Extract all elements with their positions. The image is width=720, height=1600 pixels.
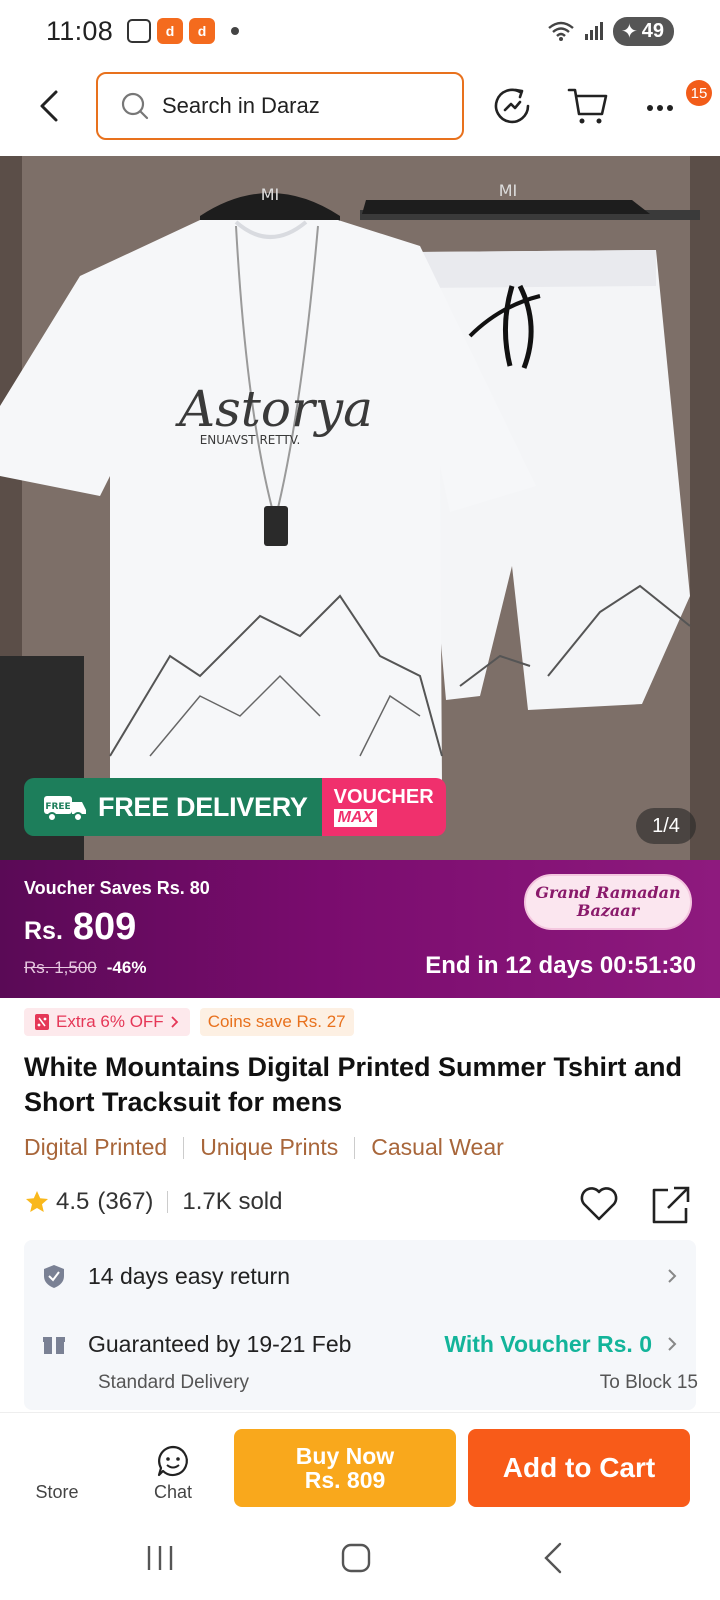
product-tags: Digital Printed Unique Prints Casual Wea… bbox=[24, 1134, 504, 1161]
search-placeholder: Search in Daraz bbox=[162, 93, 320, 118]
delivery-type: Standard Delivery bbox=[98, 1372, 250, 1393]
price-tracker-icon[interactable] bbox=[490, 84, 534, 128]
voucher-max-badge: VOUCHER MAX bbox=[321, 778, 446, 836]
buy-now-button[interactable]: Buy Now Rs. 809 bbox=[234, 1429, 456, 1507]
more-notifications-dot bbox=[231, 27, 240, 35]
shirt-print-subtitle: ENUAVST RETTV. bbox=[200, 433, 301, 447]
delivery-truck-icon: FREE bbox=[44, 796, 86, 822]
buy-now-price: Rs. 809 bbox=[304, 1467, 386, 1493]
back-icon[interactable] bbox=[32, 88, 68, 124]
chevron-right-icon bbox=[668, 1269, 677, 1283]
sold-count: 1.7K sold bbox=[182, 1188, 283, 1215]
delivery-details-row: Standard Delivery To Block 15 bbox=[98, 1372, 698, 1394]
signal-icon bbox=[584, 22, 603, 40]
service-info-card: 14 days easy return Guaranteed by 19-21 … bbox=[24, 1240, 698, 1410]
hanger-brand-text-2: MI bbox=[499, 181, 518, 200]
extra-off-label: Extra 6% OFF bbox=[56, 1012, 164, 1031]
rating-value: 4.5 bbox=[56, 1188, 90, 1215]
battery-level: 49 bbox=[641, 19, 664, 42]
back-nav-icon[interactable] bbox=[534, 1538, 574, 1578]
product-title: White Mountains Digital Printed Summer T… bbox=[24, 1052, 683, 1117]
shirt-print-title: Astorya bbox=[175, 380, 373, 438]
return-policy-text: 14 days easy return bbox=[88, 1262, 291, 1289]
rating-divider bbox=[167, 1191, 169, 1213]
voucher-label: VOUCHER bbox=[333, 786, 434, 808]
delivery-destination: To Block 15 bbox=[599, 1372, 698, 1393]
store-button[interactable]: Store bbox=[20, 1423, 94, 1503]
chevron-right-icon bbox=[171, 1016, 178, 1028]
campaign-line-2: Bazaar bbox=[576, 901, 640, 920]
chat-button[interactable]: Chat bbox=[136, 1423, 210, 1503]
free-small-label: FREE bbox=[45, 802, 70, 812]
chevron-right-icon bbox=[668, 1337, 677, 1351]
tag-digital-printed[interactable]: Digital Printed bbox=[24, 1134, 167, 1161]
app-notification-icon-2: d bbox=[189, 18, 216, 44]
review-count: (367) bbox=[97, 1188, 154, 1215]
app-notification-icon: d bbox=[157, 18, 184, 44]
delivery-row[interactable]: Guaranteed by 19-21 Feb With Voucher Rs.… bbox=[42, 1324, 682, 1364]
cart-icon[interactable] bbox=[566, 84, 610, 128]
tag-unique-prints[interactable]: Unique Prints bbox=[200, 1134, 338, 1161]
extra-off-chip[interactable]: Extra 6% OFF bbox=[24, 1008, 190, 1036]
search-input[interactable]: Search in Daraz bbox=[96, 72, 464, 140]
product-image-carousel[interactable]: MI MI Astorya ENUAVST RETTV. FREE FREE D… bbox=[0, 156, 720, 860]
buy-now-label: Buy Now bbox=[295, 1443, 395, 1469]
product-photo: MI MI Astorya ENUAVST RETTV. bbox=[0, 156, 720, 860]
system-navigation-bar bbox=[0, 1514, 720, 1600]
campaign-logo: Grand Ramadan Bazaar bbox=[524, 874, 692, 930]
delivery-guarantee-text: Guaranteed by 19-21 Feb bbox=[88, 1330, 352, 1357]
battery-saver-icon: ✦ bbox=[620, 20, 638, 43]
chat-label: Chat bbox=[153, 1482, 193, 1502]
coupon-icon bbox=[35, 1014, 49, 1030]
top-bar: Search in Daraz bbox=[0, 62, 720, 154]
coins-chip: Coins save Rs. 27 bbox=[199, 1008, 354, 1036]
currency-label: Rs. bbox=[24, 917, 63, 945]
campaign-countdown: End in 12 days 00:51:30 bbox=[425, 952, 696, 979]
campaign-line-1: Grand Ramadan bbox=[535, 883, 681, 902]
status-bar: 11:08 d d ✦ 49 bbox=[0, 0, 720, 62]
screenshot-icon bbox=[127, 19, 152, 43]
free-delivery-voucher-banner: FREE FREE DELIVERY VOUCHER MAX bbox=[24, 778, 446, 836]
coins-label: Coins save Rs. 27 bbox=[207, 1012, 346, 1031]
share-icon[interactable] bbox=[650, 1184, 692, 1226]
voucher-delivery-fee: With Voucher Rs. 0 bbox=[444, 1330, 652, 1357]
store-label: Store bbox=[35, 1482, 79, 1502]
delivery-box-icon bbox=[43, 1337, 65, 1354]
status-time: 11:08 bbox=[46, 15, 114, 46]
home-icon[interactable] bbox=[336, 1538, 376, 1578]
tag-divider bbox=[183, 1136, 185, 1159]
chat-icon bbox=[157, 1445, 188, 1477]
free-delivery-label: FREE DELIVERY bbox=[98, 791, 308, 822]
add-to-cart-button[interactable]: Add to Cart bbox=[468, 1429, 690, 1507]
wifi-icon bbox=[548, 21, 574, 41]
rating-row[interactable]: 4.5 (367) 1.7K sold bbox=[24, 1188, 282, 1216]
original-price: Rs. 1,500 bbox=[24, 958, 97, 977]
wishlist-heart-icon[interactable] bbox=[578, 1184, 620, 1224]
search-icon bbox=[121, 92, 149, 120]
promo-chips: Extra 6% OFF Coins save Rs. 27 bbox=[24, 1008, 354, 1036]
shield-icon bbox=[44, 1265, 64, 1288]
price-amount: 809 bbox=[72, 906, 137, 948]
star-icon bbox=[26, 1191, 48, 1212]
battery-indicator: ✦ 49 bbox=[612, 16, 674, 46]
cart-count-badge: 15 bbox=[686, 80, 712, 106]
free-delivery-badge: FREE FREE DELIVERY bbox=[24, 778, 322, 836]
return-policy-row[interactable]: 14 days easy return bbox=[42, 1256, 682, 1296]
add-to-cart-label: Add to Cart bbox=[502, 1452, 656, 1483]
tag-casual-wear[interactable]: Casual Wear bbox=[371, 1134, 504, 1161]
voucher-saves-text: Voucher Saves Rs. 80 bbox=[24, 878, 210, 898]
hanger-brand-text: MI bbox=[261, 185, 280, 204]
discount-percent: -46% bbox=[106, 958, 147, 977]
tag-divider bbox=[354, 1136, 356, 1159]
more-options-icon[interactable] bbox=[640, 84, 684, 128]
recent-apps-icon[interactable] bbox=[140, 1538, 180, 1578]
system-icons: ✦ 49 bbox=[547, 16, 674, 46]
current-price: Rs. 809 bbox=[24, 906, 136, 949]
voucher-max-label: MAX bbox=[333, 809, 378, 827]
original-price-row: Rs. 1,500 -46% bbox=[24, 958, 146, 978]
bottom-action-bar: Store Chat Buy Now Rs. 809 Add to Cart bbox=[0, 1412, 720, 1514]
image-page-indicator: 1/4 bbox=[636, 808, 696, 844]
notification-icons: d d bbox=[127, 18, 240, 44]
price-banner: Voucher Saves Rs. 80 Rs. 809 Rs. 1,500 -… bbox=[0, 860, 720, 998]
